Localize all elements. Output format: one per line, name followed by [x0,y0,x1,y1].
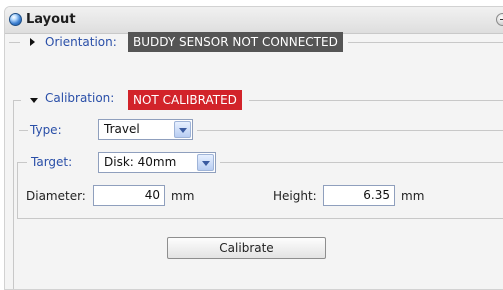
panel-orb-icon [9,13,22,26]
layout-panel: Layout Orientation: BUDDY SENSOR NOT CON… [4,6,503,290]
target-label: Target: [31,155,73,169]
collapse-icon[interactable] [496,13,503,26]
divider [220,162,503,163]
collapse-down-icon[interactable] [30,98,38,103]
divider [197,130,503,131]
calibrate-button[interactable]: Calibrate [167,237,326,259]
type-label: Type: [30,123,62,137]
divider [19,130,28,131]
type-select[interactable]: Travel [98,119,193,140]
chevron-down-icon[interactable] [174,121,191,138]
divider [9,42,20,43]
panel-titlebar[interactable]: Layout [5,7,503,34]
divider [348,42,503,43]
divider [17,162,27,163]
diameter-label: Diameter: [26,189,86,203]
diameter-input[interactable]: 40 [93,185,165,206]
height-label: Height: [273,189,317,203]
calibration-label[interactable]: Calibration: [45,91,114,105]
target-group-frame [17,162,503,219]
expand-right-icon[interactable] [30,38,35,46]
target-select[interactable]: Disk: 40mm [98,152,216,173]
target-select-value: Disk: 40mm [104,155,177,169]
panel-title: Layout [26,12,76,27]
height-unit: mm [401,189,425,203]
orientation-status-badge: BUDDY SENSOR NOT CONNECTED [128,32,343,52]
type-select-value: Travel [104,122,140,136]
divider [13,100,21,101]
chevron-down-icon[interactable] [197,154,214,171]
divider [249,100,503,101]
height-input[interactable]: 6.35 [323,185,395,206]
calibration-status-badge: NOT CALIBRATED [128,90,242,110]
diameter-unit: mm [171,189,195,203]
orientation-label[interactable]: Orientation: [45,35,117,49]
